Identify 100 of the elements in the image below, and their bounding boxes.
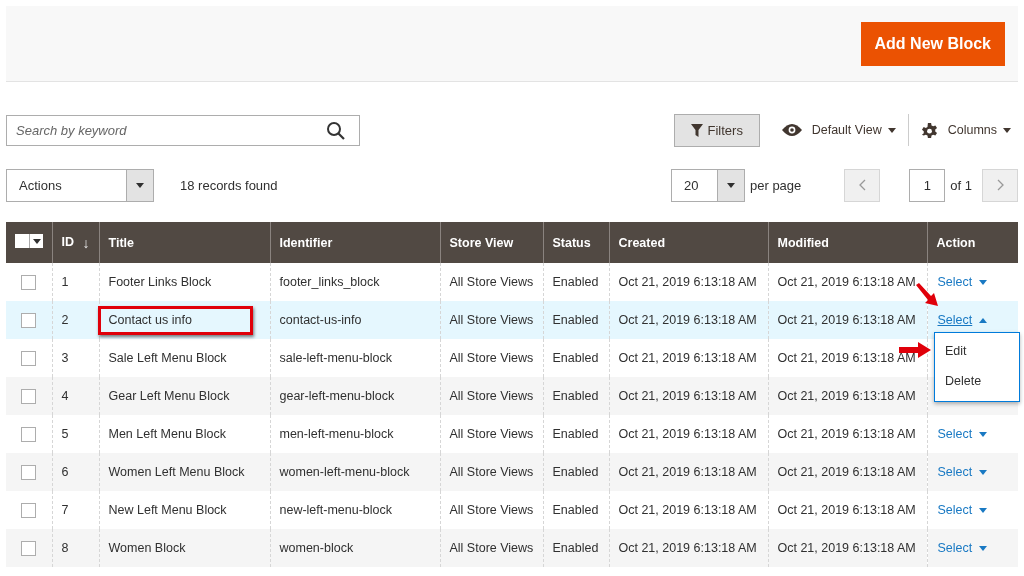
page-total-label: of 1: [950, 177, 972, 193]
table-cell: Enabled: [552, 275, 599, 289]
table-cell: gear-left-menu-block: [279, 389, 395, 403]
sort-arrow-icon: ↓: [82, 234, 90, 251]
search-icon[interactable]: [326, 120, 346, 141]
caret-icon: [136, 182, 144, 188]
table-cell: footer_links_block: [279, 275, 380, 289]
table-cell: men-left-menu-block: [279, 427, 394, 441]
row-checkbox[interactable]: [21, 350, 36, 366]
table-cell: Oct 21, 2019 6:13:18 AM: [618, 465, 757, 479]
row-checkbox[interactable]: [21, 388, 36, 404]
next-page-button[interactable]: [982, 168, 1018, 202]
table-cell: All Store Views: [449, 389, 534, 403]
table-cell: All Store Views: [449, 465, 534, 479]
table-cell: Enabled: [552, 541, 599, 555]
row-checkbox[interactable]: [21, 464, 36, 480]
menu-item[interactable]: Edit: [935, 337, 1019, 367]
table-cell: Oct 21, 2019 6:13:18 AM: [618, 351, 757, 365]
table-cell: Oct 21, 2019 6:13:18 AM: [618, 503, 757, 517]
table-cell: Oct 21, 2019 6:13:18 AM: [618, 389, 757, 403]
row-checkbox[interactable]: [21, 540, 36, 556]
table-cell: Footer Links Block: [108, 275, 212, 289]
row-checkbox[interactable]: [21, 502, 36, 518]
row-checkbox[interactable]: [21, 312, 36, 328]
row-checkbox[interactable]: [21, 426, 36, 442]
column-header[interactable]: ID: [61, 234, 74, 251]
pointer-arrow-drawing: [914, 282, 940, 308]
table-cell: 7: [61, 503, 69, 517]
table-cell: All Store Views: [449, 275, 534, 289]
highlighted-title-cell: Contact us info: [97, 305, 253, 335]
column-header[interactable]: Identifier: [270, 222, 440, 263]
table-cell: contact-us-info: [279, 313, 362, 327]
table-cell: Oct 21, 2019 6:13:18 AM: [777, 465, 916, 479]
column-header[interactable]: Created: [609, 222, 768, 263]
table-cell: Oct 21, 2019 6:13:18 AM: [777, 313, 916, 327]
chevron-left-icon: [858, 179, 866, 191]
view-dropdown[interactable]: Default View: [781, 123, 896, 137]
table-cell: Oct 21, 2019 6:13:18 AM: [618, 541, 757, 555]
previous-page-button[interactable]: [844, 168, 881, 202]
mass-select-dropdown[interactable]: [15, 234, 43, 248]
per-page-dropdown[interactable]: 20: [671, 168, 745, 202]
table-cell: women-left-menu-block: [279, 465, 410, 479]
table-cell: Oct 21, 2019 6:13:18 AM: [777, 351, 916, 365]
column-header[interactable]: Modified: [768, 222, 927, 263]
columns-dropdown[interactable]: Columns: [920, 121, 1011, 139]
table-row[interactable]: 6 Women Left Menu Block women-left-menu-block All Store Views Enabled Oct 21, 2019 6:13:18 AM Oct 21, 2019 6:13:18 AM Select: [6, 453, 1018, 491]
table-cell: Men Left Menu Block: [108, 427, 226, 441]
column-header[interactable]: Action: [927, 222, 1018, 263]
table-cell: Women Block: [108, 541, 186, 555]
actions-dropdown[interactable]: Actions: [6, 168, 154, 202]
table-cell: 6: [61, 465, 69, 479]
table-cell: All Store Views: [449, 541, 534, 555]
table-cell: 3: [61, 351, 69, 365]
eye-icon: [781, 124, 802, 136]
table-cell: Enabled: [552, 389, 599, 403]
table-cell: All Store Views: [449, 313, 534, 327]
page-number-field[interactable]: 1: [909, 168, 946, 202]
table-cell: All Store Views: [449, 503, 534, 517]
table-cell: Oct 21, 2019 6:13:18 AM: [777, 427, 916, 441]
table-cell: Enabled: [552, 313, 599, 327]
table-cell: Oct 21, 2019 6:13:18 AM: [618, 313, 757, 327]
table-row[interactable]: 8 Women Block women-block All Store Views Enabled Oct 21, 2019 6:13:18 AM Oct 21, 2019 6:13:18 AM Select: [6, 529, 1018, 567]
table-cell: Oct 21, 2019 6:13:18 AM: [777, 275, 916, 289]
select-action-link[interactable]: Select: [937, 275, 988, 289]
table-cell: Enabled: [552, 351, 599, 365]
table-cell: 1: [61, 275, 69, 289]
table-cell: 5: [61, 427, 69, 441]
gear-icon: [920, 121, 938, 139]
table-cell: new-left-menu-block: [279, 503, 393, 517]
caret-icon: [887, 127, 896, 133]
filters-button[interactable]: Filters: [673, 113, 760, 147]
add-new-block-button[interactable]: Add New Block: [860, 21, 1005, 66]
table-cell: Women Left Menu Block: [108, 465, 245, 479]
records-count: 18 records found: [180, 177, 278, 193]
column-header[interactable]: Store View: [440, 222, 543, 263]
row-checkbox[interactable]: [21, 274, 36, 290]
table-cell: women-block: [279, 541, 354, 555]
table-row[interactable]: 2 Contact us info contact-us-info All Store Views Enabled Oct 21, 2019 6:13:18 AM Oct 21, 2019 6:13:18 AM Select: [6, 301, 1018, 339]
table-cell: Oct 21, 2019 6:13:18 AM: [618, 427, 757, 441]
caret-icon: [1003, 127, 1011, 133]
table-cell: Oct 21, 2019 6:13:18 AM: [777, 503, 916, 517]
per-page-label: per page: [750, 177, 802, 193]
column-header[interactable]: Title: [99, 222, 270, 263]
table-cell: Gear Left Menu Block: [108, 389, 230, 403]
search-field[interactable]: Search by keyword: [6, 114, 360, 146]
column-header[interactable]: Status: [543, 222, 609, 263]
table-cell: Enabled: [552, 465, 599, 479]
table-cell: Oct 21, 2019 6:13:18 AM: [618, 275, 757, 289]
table-cell: Enabled: [552, 503, 599, 517]
table-cell: sale-left-menu-block: [279, 351, 393, 365]
table-cell: All Store Views: [449, 427, 534, 441]
table-cell: Oct 21, 2019 6:13:18 AM: [777, 389, 916, 403]
table-cell: Oct 21, 2019 6:13:18 AM: [777, 541, 916, 555]
select-action-link[interactable]: Select: [937, 427, 988, 441]
table-cell: Sale Left Menu Block: [108, 351, 227, 365]
caret-icon: [727, 182, 735, 188]
select-action-link[interactable]: Select: [937, 503, 988, 517]
chevron-right-icon: [996, 179, 1004, 191]
table-cell: 8: [61, 541, 69, 555]
table-cell: 4: [61, 389, 69, 403]
